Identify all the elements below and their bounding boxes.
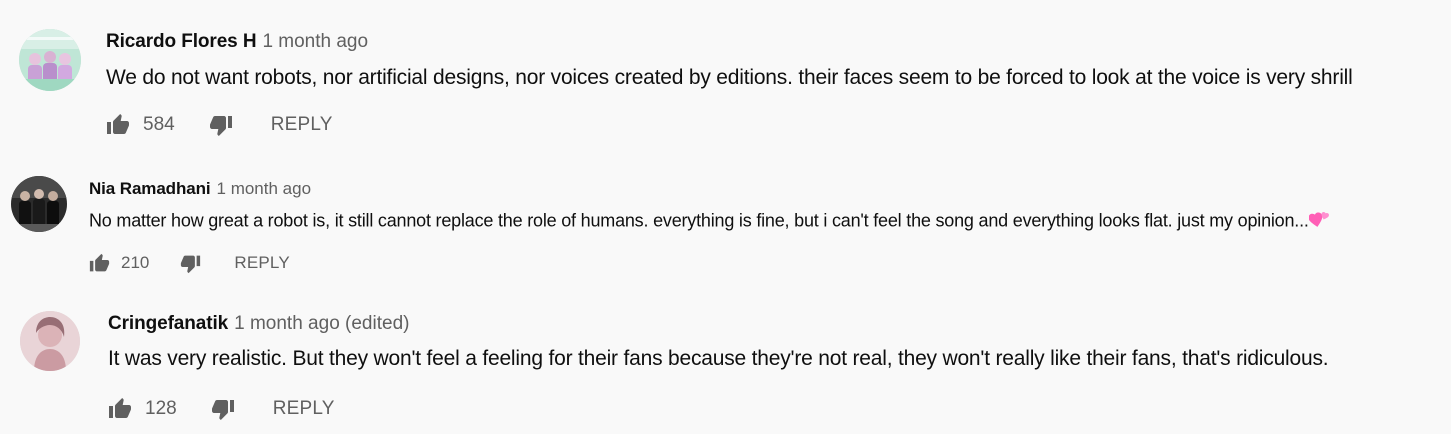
comment-thread: Cringefanatik 1 month ago (edited) It was…	[0, 0, 1451, 420]
two-hearts-emoji	[1308, 210, 1331, 233]
author-name[interactable]: Cringefanatik	[108, 313, 228, 334]
avatar[interactable]	[11, 176, 67, 232]
avatar-image	[11, 176, 67, 232]
thumb-up-icon	[89, 253, 110, 271]
thumb-down-icon	[211, 400, 234, 420]
avatar[interactable]	[20, 311, 80, 371]
like-count: 210	[121, 253, 150, 272]
two-hearts-icon	[1308, 211, 1329, 227]
reply-button[interactable]: REPLY	[273, 398, 335, 420]
comment-header: Nia Ramadhani 1 month ago	[89, 179, 311, 199]
comment-text-body: No matter how great a robot is, it still…	[89, 210, 1309, 231]
comment-header: Cringefanatik 1 month ago (edited)	[108, 313, 409, 335]
dislike-button[interactable]	[211, 397, 235, 421]
author-name[interactable]: Nia Ramadhani	[89, 179, 211, 198]
comment-action-toolbar: 128 REPLY	[108, 394, 335, 424]
thumb-down-icon	[181, 255, 201, 273]
comment-action-toolbar: 210 REPLY	[89, 250, 290, 276]
like-count: 128	[145, 398, 177, 419]
avatar-image	[20, 311, 80, 371]
dislike-button[interactable]	[180, 253, 201, 274]
comment-timestamp[interactable]: 1 month ago	[217, 179, 312, 198]
thumb-up-icon	[109, 398, 131, 418]
like-button[interactable]	[108, 397, 132, 421]
reply-button[interactable]: REPLY	[234, 253, 290, 273]
like-button[interactable]	[89, 253, 110, 274]
comment-timestamp[interactable]: 1 month ago (edited)	[234, 313, 409, 334]
comment-text: It was very realistic. But they won't fe…	[108, 347, 1329, 370]
comment-text: No matter how great a robot is, it still…	[89, 210, 1331, 233]
